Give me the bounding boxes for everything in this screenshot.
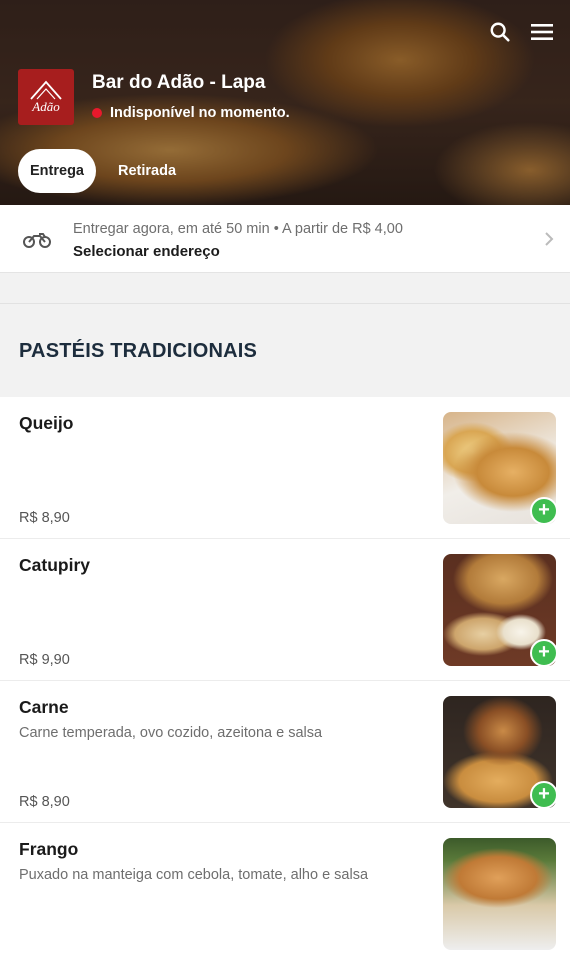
product-description: Carne temperada, ovo cozido, azeitona e … — [19, 725, 323, 741]
plus-icon: + — [538, 783, 550, 805]
product-price: R$ 9,90 — [19, 652, 70, 668]
store-logo: Adão — [18, 69, 74, 125]
product-name: Queijo — [19, 413, 74, 433]
store-name: Bar do Adão - Lapa — [92, 72, 266, 93]
store-status: Indisponível no momento. — [92, 105, 290, 121]
logo-triangle-icon — [30, 80, 62, 100]
separator-band — [0, 273, 570, 304]
search-icon[interactable] — [488, 20, 512, 44]
category-header: PASTÉIS TRADICIONAIS — [0, 304, 570, 397]
add-button[interactable]: + — [530, 497, 558, 525]
add-button[interactable]: + — [530, 781, 558, 809]
status-dot-icon — [92, 108, 102, 118]
add-button[interactable]: + — [530, 639, 558, 667]
product-list: Queijo R$ 8,90 + Catupiry R$ 9,90 + Carn… — [0, 397, 570, 965]
logo-text: Adão — [32, 99, 60, 114]
menu-icon[interactable] — [530, 20, 554, 44]
product-item-frango[interactable]: Frango Puxado na manteiga com cebola, to… — [0, 823, 570, 965]
order-mode-tabs: Entrega Retirada — [18, 149, 194, 193]
plus-icon: + — [538, 641, 550, 663]
tab-entrega[interactable]: Entrega — [18, 149, 96, 193]
delivery-address-selector[interactable]: Entregar agora, em até 50 min • A partir… — [0, 205, 570, 273]
tab-retirada[interactable]: Retirada — [100, 149, 194, 193]
plus-icon: + — [538, 499, 550, 521]
delivery-info: Entregar agora, em até 50 min • A partir… — [73, 221, 403, 237]
status-text: Indisponível no momento. — [110, 105, 290, 121]
chevron-right-icon — [545, 232, 554, 246]
product-price: R$ 8,90 — [19, 510, 70, 526]
product-description: Puxado na manteiga com cebola, tomate, a… — [19, 867, 369, 883]
top-actions — [488, 20, 554, 44]
category-title: PASTÉIS TRADICIONAIS — [19, 340, 258, 362]
select-address-label: Selecionar endereço — [73, 243, 220, 260]
motorcycle-icon — [23, 233, 51, 248]
product-item-carne[interactable]: Carne Carne temperada, ovo cozido, azeit… — [0, 681, 570, 823]
product-name: Carne — [19, 697, 69, 717]
product-name: Catupiry — [19, 555, 90, 575]
product-name: Frango — [19, 839, 79, 859]
store-hero-banner: Adão Bar do Adão - Lapa Indisponível no … — [0, 0, 570, 205]
product-item-queijo[interactable]: Queijo R$ 8,90 + — [0, 397, 570, 539]
product-price: R$ 8,90 — [19, 794, 70, 810]
product-image — [443, 838, 556, 950]
product-item-catupiry[interactable]: Catupiry R$ 9,90 + — [0, 539, 570, 681]
